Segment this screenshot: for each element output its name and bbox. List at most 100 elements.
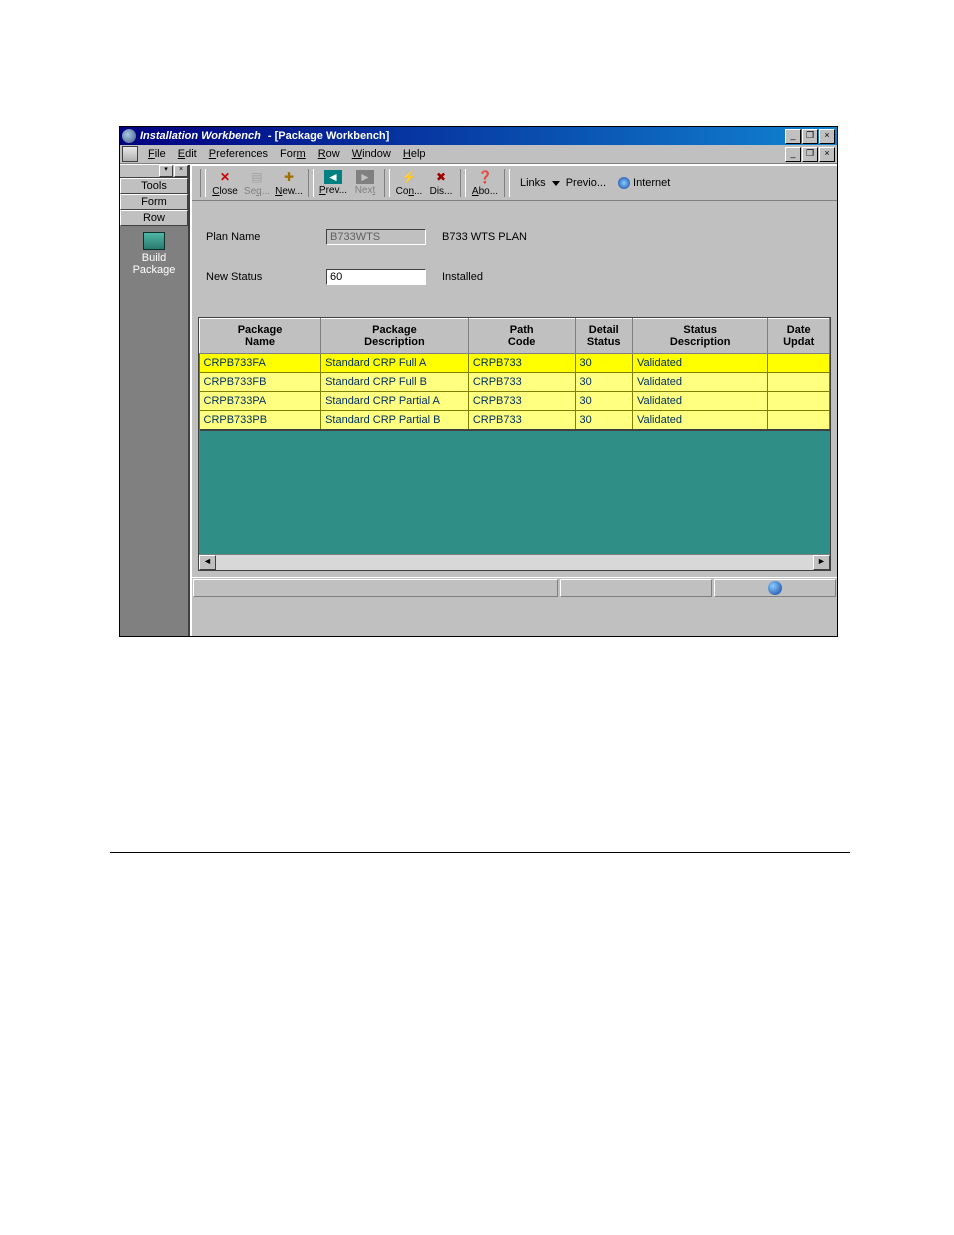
menu-form[interactable]: Form (274, 147, 312, 161)
cell-path[interactable]: CRPB733 (468, 354, 575, 373)
content: ✕ Close ▤ Seq... ✚ New... ◄ Prev... (190, 165, 837, 636)
sidebar-tab-form[interactable]: Form (120, 194, 188, 210)
plan-name-label: Plan Name (206, 231, 326, 243)
scroll-left-icon[interactable]: ◄ (199, 555, 216, 570)
horizontal-scrollbar[interactable]: ◄ ► (199, 554, 830, 570)
table-row[interactable]: CRPB733FAStandard CRP Full ACRPB73330Val… (200, 354, 830, 373)
cell-detail[interactable]: 30 (575, 354, 632, 373)
col-date-updated[interactable]: DateUpdat (768, 319, 830, 354)
cell-path[interactable]: CRPB733 (468, 392, 575, 411)
cell-date[interactable] (768, 373, 830, 392)
table-row[interactable]: CRPB733PAStandard CRP Partial ACRPB73330… (200, 392, 830, 411)
plan-name-field[interactable] (326, 229, 426, 245)
build-package-label-2: Package (122, 264, 186, 276)
menu-file[interactable]: File (142, 147, 172, 161)
mdi-close-button[interactable]: × (819, 147, 835, 162)
cell-desc[interactable]: Standard CRP Partial B (321, 411, 469, 431)
cell-name[interactable]: CRPB733PA (200, 392, 321, 411)
new-status-label: New Status (206, 271, 326, 283)
cell-date[interactable] (768, 392, 830, 411)
status-pane-3 (714, 579, 836, 597)
sequence-icon: ▤ (249, 169, 265, 185)
new-icon: ✚ (281, 169, 297, 185)
previo-link[interactable]: Previo... (566, 177, 606, 189)
close-button[interactable]: ✕ Close (210, 169, 240, 197)
sidebar-header: ▾ × (120, 165, 188, 178)
titlebar: Installation Workbench - [Package Workbe… (120, 127, 837, 145)
cell-desc[interactable]: Standard CRP Full B (321, 373, 469, 392)
menu-preferences[interactable]: Preferences (203, 147, 274, 161)
scroll-right-icon[interactable]: ► (813, 555, 830, 570)
plan-name-desc: B733 WTS PLAN (442, 231, 527, 243)
internet-link[interactable]: Internet (618, 177, 670, 189)
cell-name[interactable]: CRPB733PB (200, 411, 321, 431)
cell-desc[interactable]: Standard CRP Full A (321, 354, 469, 373)
cell-desc[interactable]: Standard CRP Partial A (321, 392, 469, 411)
col-path-code[interactable]: PathCode (468, 319, 575, 354)
cell-date[interactable] (768, 354, 830, 373)
about-icon: ❓ (477, 169, 493, 185)
new-button[interactable]: ✚ New... (274, 169, 304, 197)
connect-icon: ⚡ (401, 169, 417, 185)
cell-path[interactable]: CRPB733 (468, 373, 575, 392)
sidebar-tab-tools[interactable]: Tools (120, 178, 188, 194)
app-title: Installation Workbench (140, 130, 261, 142)
table-row[interactable]: CRPB733PBStandard CRP Partial BCRPB73330… (200, 411, 830, 431)
cell-status[interactable]: Validated (632, 373, 767, 392)
app-icon (122, 129, 136, 143)
mdi-area: ▾ × Tools Form Row Build Package (120, 164, 837, 636)
minimize-button[interactable]: _ (785, 129, 801, 144)
close-icon: ✕ (217, 169, 233, 185)
mdi-restore-button[interactable]: ❐ (802, 147, 818, 162)
cell-detail[interactable]: 30 (575, 411, 632, 431)
next-button: ► Next (350, 170, 380, 196)
next-icon: ► (356, 170, 374, 184)
abo-button[interactable]: ❓ Abo... (470, 169, 500, 197)
menu-window[interactable]: Window (346, 147, 397, 161)
dis-button[interactable]: ✖ Dis... (426, 169, 456, 197)
con-button[interactable]: ⚡ Con... (394, 169, 424, 197)
new-status-desc: Installed (442, 271, 483, 283)
seq-button: ▤ Seq... (242, 169, 272, 197)
sidebar-tab-row[interactable]: Row (120, 210, 188, 226)
statusbar (192, 577, 837, 598)
scroll-track[interactable] (216, 555, 813, 570)
globe-icon (768, 581, 782, 595)
col-status-desc[interactable]: StatusDescription (632, 319, 767, 354)
package-table[interactable]: PackageName PackageDescription PathCode … (199, 318, 830, 431)
mdi-minimize-button[interactable]: _ (785, 147, 801, 162)
menu-row[interactable]: Row (312, 147, 346, 161)
menu-edit[interactable]: Edit (172, 147, 203, 161)
cell-name[interactable]: CRPB733FB (200, 373, 321, 392)
col-detail-status[interactable]: DetailStatus (575, 319, 632, 354)
cell-status[interactable]: Validated (632, 354, 767, 373)
cell-status[interactable]: Validated (632, 411, 767, 431)
build-package-action[interactable]: Build Package (120, 226, 188, 286)
col-package-desc[interactable]: PackageDescription (321, 319, 469, 354)
prev-button[interactable]: ◄ Prev... (318, 170, 348, 196)
document-icon (122, 146, 138, 162)
new-status-field[interactable] (326, 269, 426, 285)
table-row[interactable]: CRPB733FBStandard CRP Full BCRPB73330Val… (200, 373, 830, 392)
cell-name[interactable]: CRPB733FA (200, 354, 321, 373)
prev-icon: ◄ (324, 170, 342, 184)
cell-status[interactable]: Validated (632, 392, 767, 411)
close-window-button[interactable]: × (819, 129, 835, 144)
sidebar-collapse-icon[interactable]: ▾ (159, 165, 173, 177)
toolbar: ✕ Close ▤ Seq... ✚ New... ◄ Prev... (192, 165, 837, 201)
col-package-name[interactable]: PackageName (200, 319, 321, 354)
cell-detail[interactable]: 30 (575, 392, 632, 411)
menu-help[interactable]: Help (397, 147, 432, 161)
app-window: Installation Workbench - [Package Workbe… (119, 126, 838, 637)
status-pane-2 (560, 579, 712, 597)
links-dropdown-icon[interactable] (552, 181, 560, 186)
menubar: File Edit Preferences Form Row Window He… (120, 145, 837, 164)
status-pane-1 (193, 579, 558, 597)
package-icon (143, 232, 165, 250)
cell-date[interactable] (768, 411, 830, 431)
maximize-button[interactable]: ❐ (802, 129, 818, 144)
cell-path[interactable]: CRPB733 (468, 411, 575, 431)
sidebar-close-icon[interactable]: × (174, 165, 188, 177)
form-area: Plan Name B733 WTS PLAN New Status Insta… (192, 201, 837, 317)
cell-detail[interactable]: 30 (575, 373, 632, 392)
